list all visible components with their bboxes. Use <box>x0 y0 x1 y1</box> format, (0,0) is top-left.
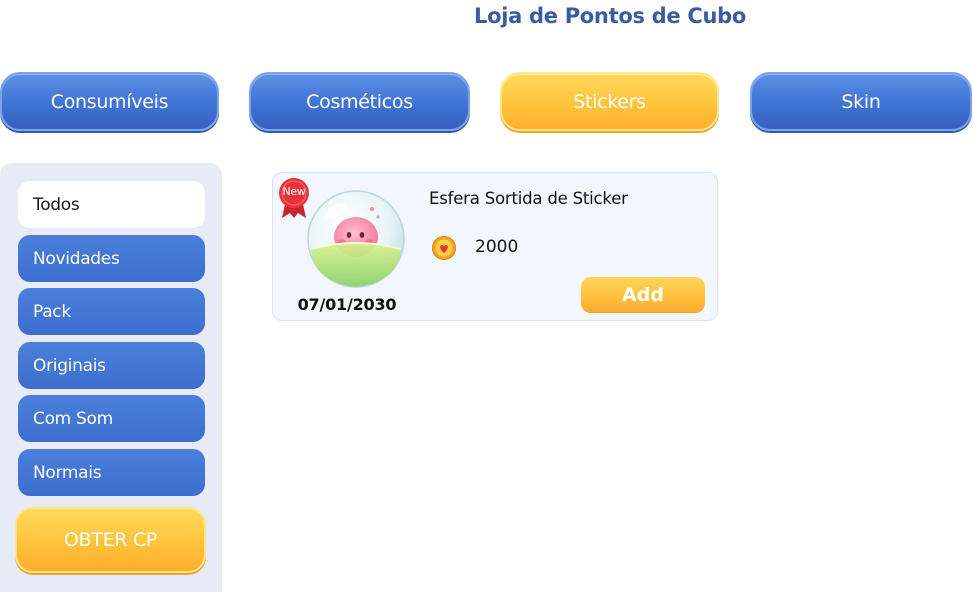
product-card: New 07/01/2030 Esfera Sortida de Sticker… <box>272 172 718 321</box>
tab-consumiveis[interactable]: Consumíveis <box>0 72 219 131</box>
get-cp-button[interactable]: OBTER CP <box>15 507 206 573</box>
sidebar-item-com-som[interactable]: Com Som <box>18 395 205 442</box>
item-date: 07/01/2030 <box>297 295 397 314</box>
sidebar-item-normais[interactable]: Normais <box>18 449 205 496</box>
sidebar-item-originais[interactable]: Originais <box>18 342 205 389</box>
tab-cosmeticos[interactable]: Cosméticos <box>249 72 470 131</box>
page-title: Loja de Pontos de Cubo <box>474 4 746 28</box>
tab-stickers[interactable]: Stickers <box>500 72 719 131</box>
sidebar-item-pack[interactable]: Pack <box>18 288 205 335</box>
cube-coin-icon <box>431 234 457 260</box>
item-price: 2000 <box>475 237 519 257</box>
sidebar-item-novidades[interactable]: Novidades <box>18 235 205 282</box>
tab-skin[interactable]: Skin <box>750 72 972 131</box>
sticker-sphere-image <box>306 187 406 291</box>
add-button[interactable]: Add <box>581 277 705 312</box>
item-name: Esfera Sortida de Sticker <box>429 189 628 208</box>
sidebar: Todos Novidades Pack Originais Com Som N… <box>0 163 222 592</box>
sidebar-item-todos[interactable]: Todos <box>18 181 205 228</box>
category-tabs: Consumíveis Cosméticos Stickers Skin <box>0 72 973 132</box>
